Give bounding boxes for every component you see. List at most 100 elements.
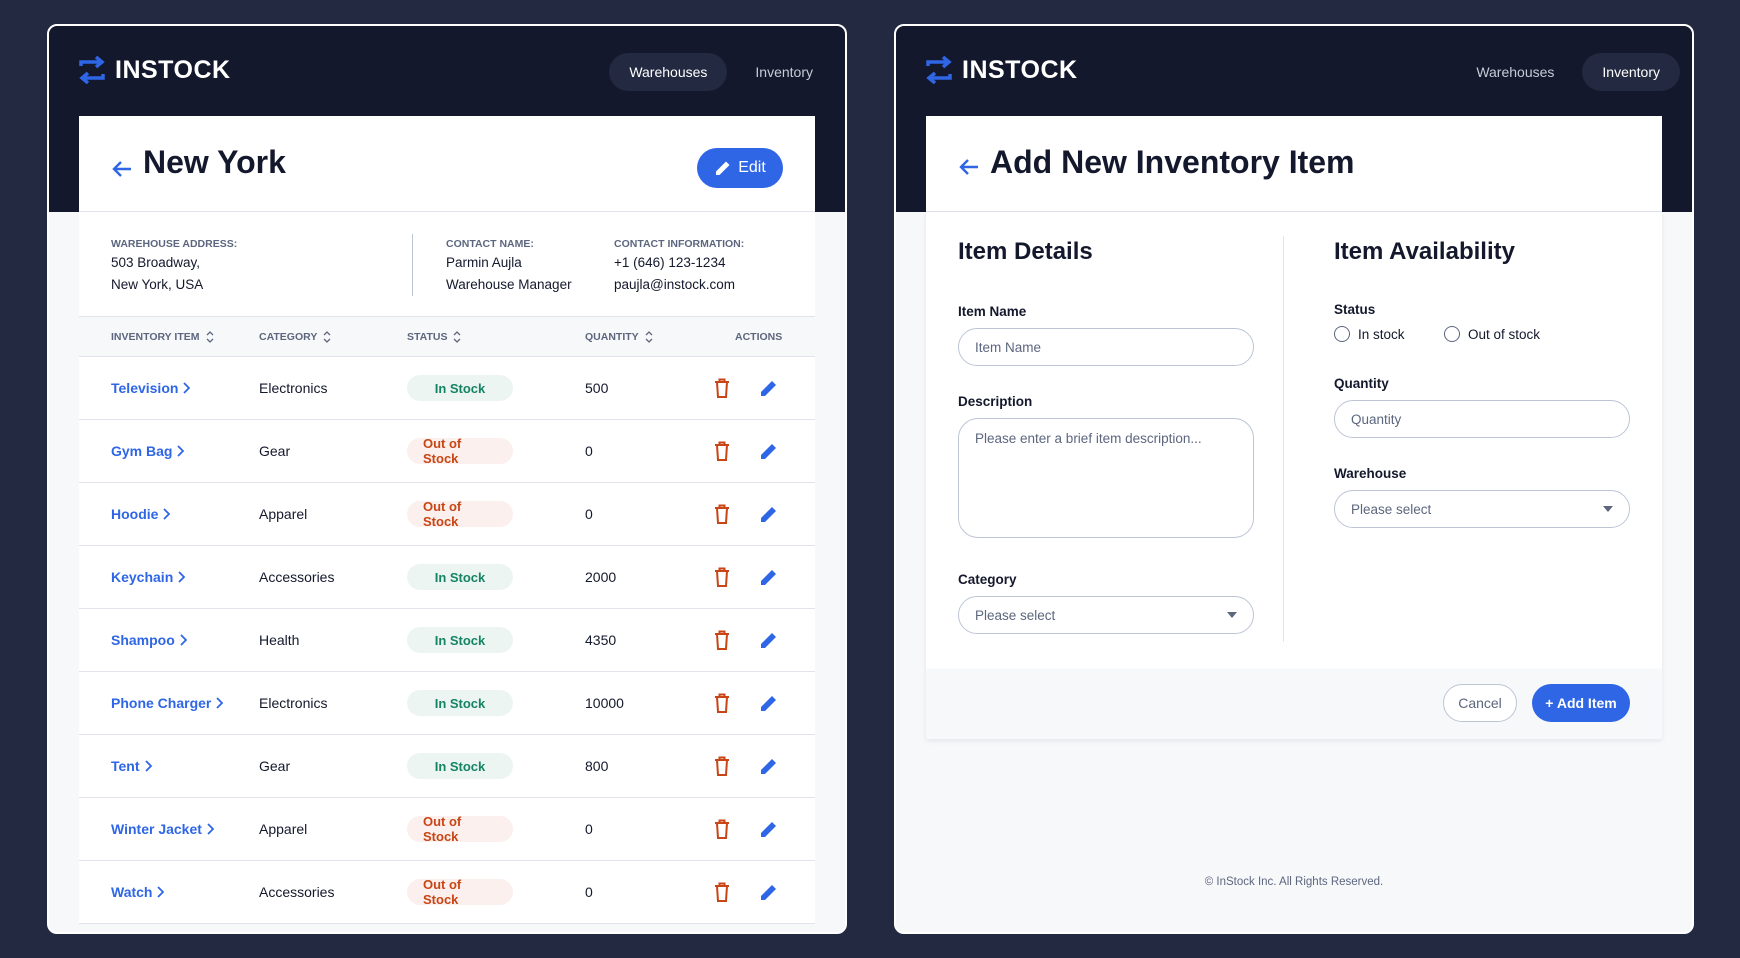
edit-item-button[interactable]	[759, 483, 779, 545]
status-cell: Out of Stock	[407, 861, 513, 923]
item-name: Keychain	[111, 569, 174, 585]
cancel-button[interactable]: Cancel	[1443, 684, 1517, 722]
table-row: Keychain Accessories In Stock 2000	[79, 546, 815, 609]
description-textarea[interactable]: Please enter a brief item description...	[958, 418, 1254, 538]
edit-item-button[interactable]	[759, 861, 779, 923]
pencil-icon	[761, 507, 776, 522]
warehouse-select[interactable]: Please select	[1334, 490, 1630, 528]
inventory-item-link[interactable]: Shampoo	[111, 609, 187, 671]
delete-button[interactable]	[714, 357, 730, 419]
warehouse-selected: Please select	[1351, 501, 1432, 517]
delete-button[interactable]	[714, 861, 730, 923]
chevron-right-icon	[157, 886, 165, 898]
item-quantity: 0	[585, 443, 593, 459]
trash-icon	[715, 756, 729, 776]
radio-out-of-stock[interactable]: Out of stock	[1444, 326, 1540, 342]
delete-button[interactable]	[714, 672, 730, 734]
inventory-item-link[interactable]: Hoodie	[111, 483, 171, 545]
contact-name: Parmin Aujla	[446, 255, 522, 270]
column-header-quantity[interactable]: QUANTITY	[585, 331, 653, 343]
address-line1: 503 Broadway,	[111, 255, 201, 270]
quantity-input[interactable]: Quantity	[1334, 400, 1630, 438]
trash-icon	[715, 567, 729, 587]
delete-button[interactable]	[714, 609, 730, 671]
inventory-table-header: INVENTORY ITEM CATEGORY STATUS QUANTITY …	[79, 317, 815, 357]
edit-item-button[interactable]	[759, 672, 779, 734]
item-category: Electronics	[259, 695, 328, 711]
add-item-title-bar: Add New Inventory Item	[926, 116, 1662, 212]
inventory-item-link[interactable]: Gym Bag	[111, 420, 185, 482]
inventory-item-link[interactable]: Television	[111, 357, 191, 419]
edit-item-button[interactable]	[759, 798, 779, 860]
edit-item-button[interactable]	[759, 420, 779, 482]
quantity-placeholder: Quantity	[1351, 411, 1402, 427]
radio-circle	[1334, 326, 1350, 342]
column-label: QUANTITY	[585, 331, 639, 343]
add-inventory-panel: INSTOCK Warehouses Inventory Add New Inv…	[894, 24, 1694, 934]
delete-button[interactable]	[714, 798, 730, 860]
inventory-item-link[interactable]: Tent	[111, 735, 152, 797]
inventory-item-link[interactable]: Winter Jacket	[111, 798, 214, 860]
nav-inventory[interactable]: Inventory	[735, 53, 833, 91]
nav-warehouses[interactable]: Warehouses	[1456, 53, 1574, 91]
sort-icon	[453, 331, 461, 343]
trash-icon	[715, 819, 729, 839]
address-block: WAREHOUSE ADDRESS: 503 Broadway, New Yor…	[111, 238, 237, 296]
status-badge: Out of Stock	[407, 877, 513, 907]
column-header-category[interactable]: CATEGORY	[259, 331, 331, 343]
edit-item-button[interactable]	[759, 609, 779, 671]
delete-button[interactable]	[714, 420, 730, 482]
nav-inventory[interactable]: Inventory	[1582, 53, 1680, 91]
inventory-item-link[interactable]: Phone Charger	[111, 672, 224, 734]
item-category: Gear	[259, 443, 291, 459]
warehouse-details-panel: INSTOCK Warehouses Inventory New York Ed…	[47, 24, 847, 934]
quantity-label: Quantity	[1334, 376, 1389, 391]
contact-info-block: CONTACT INFORMATION: +1 (646) 123-1234 p…	[614, 238, 744, 296]
item-name: Tent	[111, 758, 140, 774]
description-placeholder: Please enter a brief item description...	[975, 431, 1202, 446]
item-quantity: 0	[585, 884, 593, 900]
inventory-item-link[interactable]: Keychain	[111, 546, 186, 608]
logo[interactable]: INSTOCK	[926, 54, 1078, 86]
item-quantity: 500	[585, 380, 609, 396]
item-quantity: 800	[585, 758, 609, 774]
item-details-title: Item Details	[958, 238, 1093, 265]
arrow-back-icon[interactable]	[959, 158, 979, 176]
category-select[interactable]: Please select	[958, 596, 1254, 634]
table-row: Winter Jacket Apparel Out of Stock 0	[79, 798, 815, 861]
delete-button[interactable]	[714, 483, 730, 545]
brand-name: INSTOCK	[115, 55, 231, 84]
delete-button[interactable]	[714, 546, 730, 608]
column-label: ACTIONS	[735, 331, 783, 343]
edit-item-button[interactable]	[759, 546, 779, 608]
page-title: Add New Inventory Item	[990, 144, 1355, 180]
arrow-back-icon[interactable]	[112, 160, 132, 178]
chevron-right-icon	[216, 697, 224, 709]
logo[interactable]: INSTOCK	[79, 54, 231, 86]
inventory-item-link[interactable]: Watch	[111, 861, 165, 923]
sort-icon	[323, 331, 331, 343]
delete-button[interactable]	[714, 735, 730, 797]
radio-in-stock[interactable]: In stock	[1334, 326, 1405, 342]
column-header-status[interactable]: STATUS	[407, 331, 461, 343]
edit-item-button[interactable]	[759, 735, 779, 797]
chevron-right-icon	[163, 508, 171, 520]
chevron-right-icon	[177, 445, 185, 457]
address-line2: New York, USA	[111, 277, 204, 292]
caret-down-icon	[1603, 506, 1613, 512]
edit-button[interactable]: Edit	[697, 148, 783, 188]
column-header-item[interactable]: INVENTORY ITEM	[111, 331, 214, 343]
status-cell: In Stock	[407, 735, 513, 797]
copyright: © InStock Inc. All Rights Reserved.	[1204, 876, 1384, 888]
contact-phone: +1 (646) 123-1234	[614, 255, 726, 270]
status-badge: In Stock	[407, 627, 513, 653]
nav-warehouses[interactable]: Warehouses	[609, 53, 728, 91]
edit-item-button[interactable]	[759, 357, 779, 419]
pencil-icon	[761, 381, 776, 396]
pencil-icon	[761, 885, 776, 900]
trash-icon	[715, 630, 729, 650]
add-item-button[interactable]: + Add Item	[1532, 684, 1630, 722]
item-category: Accessories	[259, 884, 335, 900]
status-cell: In Stock	[407, 357, 513, 419]
item-name-input[interactable]: Item Name	[958, 328, 1254, 366]
